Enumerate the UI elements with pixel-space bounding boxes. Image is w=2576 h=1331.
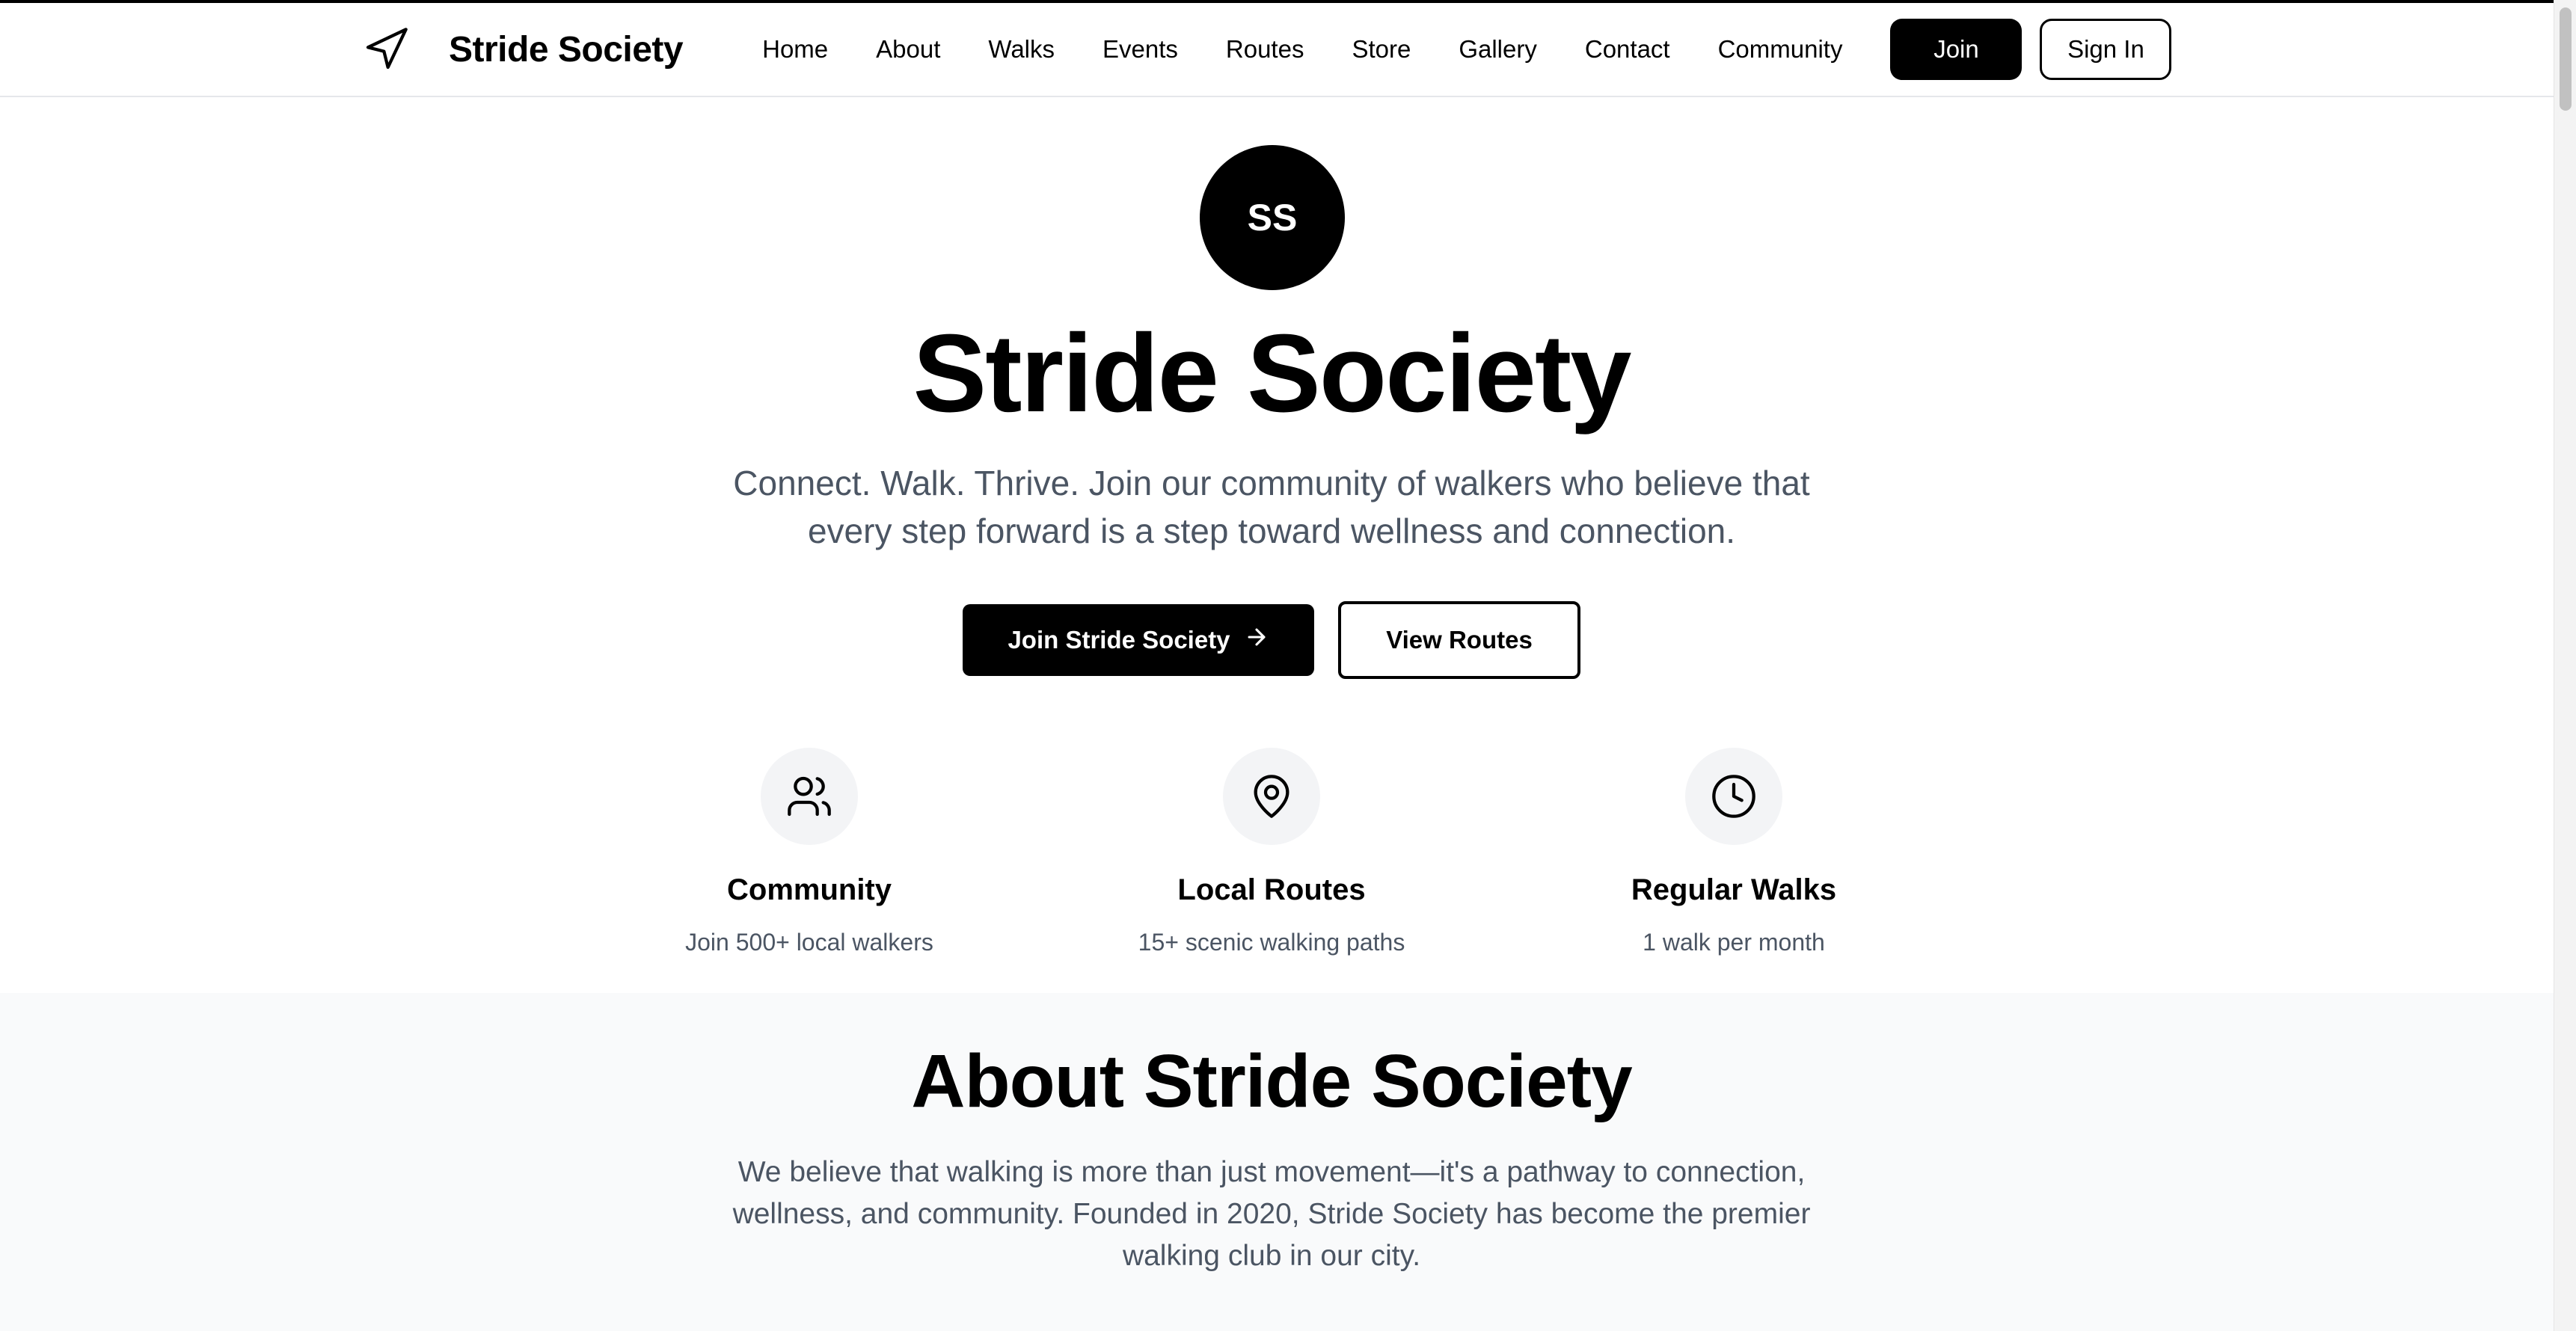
join-button[interactable]: Join	[1890, 19, 2023, 80]
scrollbar-thumb[interactable]	[2560, 7, 2572, 111]
nav-link-community[interactable]: Community	[1718, 35, 1843, 64]
sign-in-button[interactable]: Sign In	[2040, 19, 2172, 80]
feature-title: Community	[727, 873, 892, 906]
page: Stride Society Home About Walks Events R…	[0, 0, 2576, 1331]
feature-regular-walks: Regular Walks 1 walk per month	[1547, 748, 1921, 957]
navigation-arrow-icon	[362, 25, 410, 73]
nav-link-routes[interactable]: Routes	[1226, 35, 1304, 64]
brand-name: Stride Society	[449, 29, 684, 70]
view-routes-button[interactable]: View Routes	[1338, 601, 1580, 679]
feature-desc: 1 walk per month	[1643, 929, 1825, 956]
hero-subtitle: Connect. Walk. Thrive. Join our communit…	[733, 464, 1810, 550]
navbar-inner: Stride Society Home About Walks Events R…	[362, 3, 2183, 96]
feature-local-routes: Local Routes 15+ scenic walking paths	[1085, 748, 1459, 957]
feature-title: Local Routes	[1177, 873, 1366, 906]
about-title: About Stride Society	[911, 1039, 1632, 1123]
arrow-right-icon	[1230, 624, 1269, 656]
nav-link-home[interactable]: Home	[762, 35, 828, 64]
page-scrollbar[interactable]	[2554, 0, 2576, 1331]
feature-desc: 15+ scenic walking paths	[1138, 929, 1405, 956]
nav-actions: Join Sign In	[1890, 19, 2172, 80]
feature-desc: Join 500+ local walkers	[685, 929, 933, 956]
nav-link-about[interactable]: About	[876, 35, 940, 64]
about-text: We believe that walking is more than jus…	[732, 1156, 1811, 1272]
nav-links: Home About Walks Events Routes Store Gal…	[762, 35, 1842, 64]
clock-icon	[1685, 748, 1782, 845]
nav-link-events[interactable]: Events	[1103, 35, 1178, 64]
feature-list: Community Join 500+ local walkers Local …	[0, 748, 2543, 987]
about-section: About Stride Society We believe that wal…	[0, 993, 2554, 1331]
brand[interactable]: Stride Society	[362, 25, 684, 73]
nav-link-store[interactable]: Store	[1352, 35, 1411, 64]
users-icon	[761, 748, 858, 845]
map-pin-icon	[1223, 748, 1320, 845]
nav-link-walks[interactable]: Walks	[988, 35, 1055, 64]
hero-section: SS Stride Society Connect. Walk. Thrive.…	[0, 97, 2554, 993]
navbar: Stride Society Home About Walks Events R…	[0, 3, 2554, 97]
join-stride-society-label: Join Stride Society	[1008, 626, 1230, 654]
nav-link-contact[interactable]: Contact	[1585, 35, 1670, 64]
hero-cta-group: Join Stride Society View Routes	[0, 601, 2543, 679]
nav-link-gallery[interactable]: Gallery	[1459, 35, 1537, 64]
join-stride-society-button[interactable]: Join Stride Society	[963, 604, 1314, 676]
feature-community: Community Join 500+ local walkers	[622, 748, 996, 957]
logo-badge: SS	[1200, 145, 1345, 290]
hero-title: Stride Society	[913, 312, 1631, 435]
feature-title: Regular Walks	[1631, 873, 1837, 906]
